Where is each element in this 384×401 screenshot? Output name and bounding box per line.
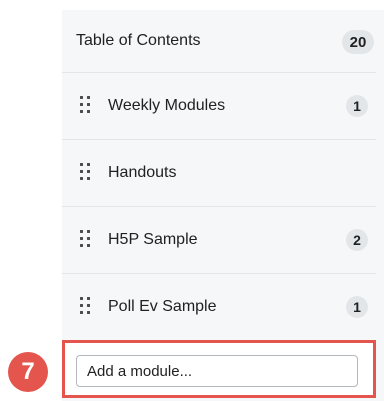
drag-handle-icon[interactable] <box>80 230 90 248</box>
drag-handle-icon[interactable] <box>80 297 90 315</box>
module-label: H5P Sample <box>108 231 198 248</box>
module-item-weekly-modules[interactable]: Weekly Modules 1 <box>62 73 376 140</box>
toc-count-badge: 20 <box>342 30 374 54</box>
module-label: Poll Ev Sample <box>108 298 217 315</box>
table-of-contents[interactable]: Table of Contents 20 <box>62 10 376 73</box>
add-module-highlight <box>62 340 376 398</box>
module-label: Weekly Modules <box>108 97 226 114</box>
drag-handle-icon[interactable] <box>80 163 90 181</box>
module-item-h5p-sample[interactable]: H5P Sample 2 <box>62 207 376 274</box>
add-module-input[interactable] <box>76 355 358 387</box>
toc-title: Table of Contents <box>76 32 201 49</box>
module-label: Handouts <box>108 164 177 181</box>
module-item-handouts[interactable]: Handouts <box>62 140 376 207</box>
module-count-badge: 1 <box>346 95 368 117</box>
module-count-badge: 2 <box>346 229 368 251</box>
module-item-poll-ev-sample[interactable]: Poll Ev Sample 1 <box>62 274 376 341</box>
step-number-badge: 7 <box>8 352 48 392</box>
module-count-badge: 1 <box>346 296 368 318</box>
drag-handle-icon[interactable] <box>80 96 90 114</box>
